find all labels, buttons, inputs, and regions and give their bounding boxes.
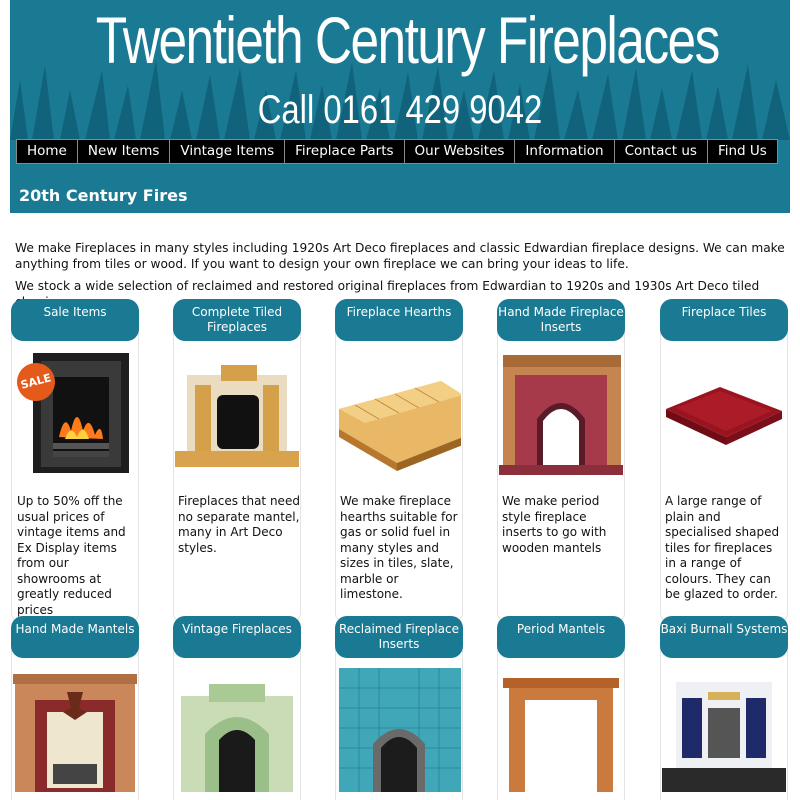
card-hand-made-mantels[interactable]: Hand Made Mantels [11,616,139,800]
site-header: Twentieth Century Fireplaces Call 0161 4… [10,0,790,213]
card-sale-items[interactable]: Sale Items SALE Up to 50% off the usual … [11,299,139,623]
nav-fireplace-parts[interactable]: Fireplace Parts [284,139,405,164]
mantel-image[interactable] [13,668,137,792]
card-title-tab[interactable]: Complete Tiled Fireplaces [173,299,301,341]
page-title: 20th Century Fires [19,186,188,205]
card-fireplace-hearths[interactable]: Fireplace Hearths We make fireplace hear… [335,299,463,623]
nav-new-items[interactable]: New Items [76,139,171,164]
fireplace-insert-image[interactable] [499,351,623,475]
tiled-fireplace-image[interactable] [175,351,299,475]
phone-number: Call 0161 429 9042 [257,88,543,132]
card-description: Fireplaces that need no separate mantel,… [178,494,300,555]
card-period-mantels[interactable]: Period Mantels [497,616,625,800]
nav-home[interactable]: Home [16,139,78,164]
reclaimed-insert-image[interactable] [337,668,461,792]
tile-image[interactable] [662,351,786,475]
site-title: Twentieth Century Fireplaces [95,3,721,77]
card-baxi-burnall-systems[interactable]: Baxi Burnall Systems [660,616,788,800]
card-description: We make fireplace hearths suitable for g… [340,494,458,601]
card-description: Up to 50% off the usual prices of vintag… [17,494,126,617]
card-title-tab[interactable]: Reclaimed Fireplace Inserts [335,616,463,658]
nav-find-us[interactable]: Find Us [706,139,778,164]
nav-contact-us[interactable]: Contact us [613,139,708,164]
card-vintage-fireplaces[interactable]: Vintage Fireplaces [173,616,301,800]
intro-paragraph-1: We make Fireplaces in many styles includ… [15,241,785,271]
card-title-tab[interactable]: Hand Made Fireplace Inserts [497,299,625,341]
nav-our-websites[interactable]: Our Websites [403,139,516,164]
nav-information[interactable]: Information [514,139,615,164]
card-title-tab[interactable]: Vintage Fireplaces [173,616,301,658]
card-title-tab[interactable]: Hand Made Mantels [11,616,139,658]
period-mantel-image[interactable] [499,668,623,792]
hearth-image[interactable] [337,351,461,475]
card-complete-tiled-fireplaces[interactable]: Complete Tiled Fireplaces Fireplaces tha… [173,299,301,623]
card-title-tab[interactable]: Period Mantels [497,616,625,658]
card-fireplace-tiles[interactable]: Fireplace Tiles A large range of plain a… [660,299,788,623]
card-reclaimed-fireplace-inserts[interactable]: Reclaimed Fireplace Inserts [335,616,463,800]
card-description: A large range of plain and specialised s… [665,494,780,601]
card-title-tab[interactable]: Fireplace Hearths [335,299,463,341]
vintage-fireplace-image[interactable] [175,668,299,792]
card-title-tab[interactable]: Fireplace Tiles [660,299,788,341]
nav-vintage-items[interactable]: Vintage Items [169,139,286,164]
card-description: We make period style fireplace inserts t… [502,494,607,555]
baxi-burnall-image[interactable] [662,668,786,792]
card-title-tab[interactable]: Baxi Burnall Systems [660,616,788,658]
card-title-tab[interactable]: Sale Items [11,299,139,341]
card-hand-made-fireplace-inserts[interactable]: Hand Made Fireplace Inserts We make peri… [497,299,625,623]
main-nav: Home New Items Vintage Items Fireplace P… [16,139,778,164]
